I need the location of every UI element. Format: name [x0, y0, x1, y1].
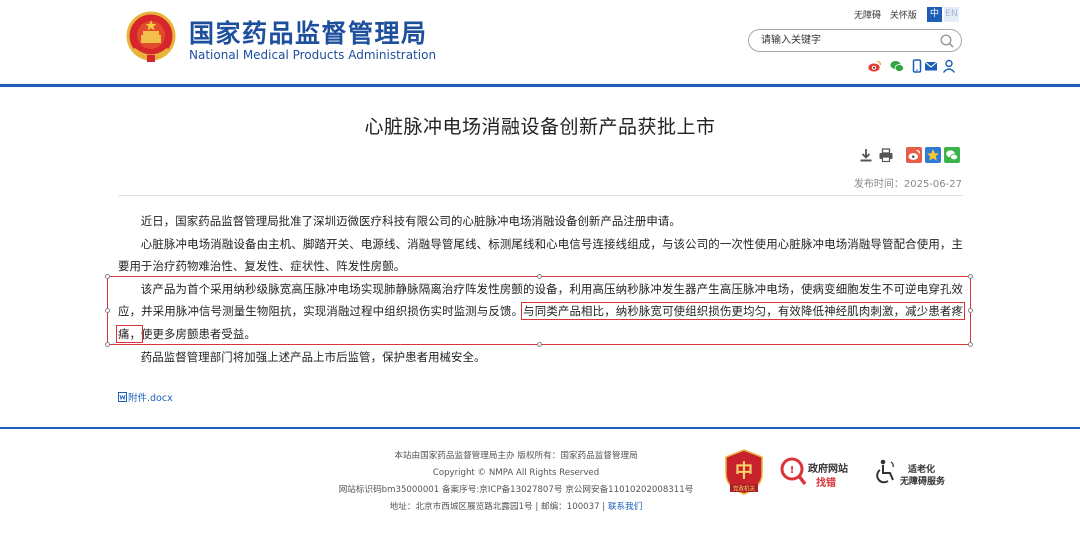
top-links: 无障碍 关怀版 — [854, 8, 917, 22]
footer-address: 地址：北京市西城区展览路北露园1号 | 邮编：100037 | — [389, 502, 608, 512]
share-weibo-icon[interactable] — [906, 147, 922, 163]
paragraph-4: 药品监督管理部门将加强上述产品上市后监管，保护患者用械安全。 — [140, 349, 486, 364]
gov-site-error-report-badge[interactable]: ! 政府网站 找错 — [779, 455, 861, 489]
mail-icon[interactable] — [924, 58, 938, 72]
title-divider — [118, 195, 963, 196]
paragraph-1: 近日，国家药品监督管理局批准了深圳迈微医疗科技有限公司的心脏脉冲电场消融设备创新… — [140, 214, 681, 228]
care-mode-link[interactable]: 关怀版 — [890, 11, 917, 21]
error-report-icon: ! — [780, 457, 807, 486]
header-divider — [0, 84, 1080, 87]
share-qzone-icon[interactable] — [925, 147, 941, 163]
accessibility-service-label: 无障碍服务 — [900, 477, 946, 487]
lang-en-button[interactable]: EN — [944, 7, 959, 22]
footer-info: 本站由国家药品监督管理局主办 版权所有：国家药品监督管理局 Copyright … — [330, 448, 702, 516]
resize-handle-tr[interactable] — [968, 274, 973, 279]
attachment-link[interactable]: 附件.docx — [118, 390, 173, 404]
paragraph-3-tail: 使更多房颤患者受益。 — [140, 326, 256, 341]
elderly-accessibility-badge[interactable]: 适老化 无障碍服务 — [874, 458, 954, 488]
search-box — [748, 29, 962, 52]
footer-sponsor: 本站由国家药品监督管理局主办 版权所有：国家药品监督管理局 — [394, 451, 638, 461]
gov-site-label: 政府网站 — [808, 464, 848, 475]
weibo-icon[interactable] — [868, 58, 882, 72]
footer-divider — [0, 427, 1080, 429]
party-gov-badge-label: 党政机关 — [733, 485, 756, 493]
footer-copyright: Copyright © NMPA All Rights Reserved — [432, 468, 600, 478]
find-error-label: 找错 — [816, 478, 836, 489]
site-name-cn[interactable]: 国家药品监督管理局 — [189, 14, 428, 50]
search-input[interactable] — [761, 33, 931, 48]
resize-handle-tl[interactable] — [105, 274, 110, 279]
print-icon[interactable] — [878, 147, 894, 163]
paragraph-2: 心脏脉冲电场消融设备由主机、脚踏开关、电源线、消融导管尾线、标测尾线和心电信号连… — [118, 236, 963, 274]
footer-registration: 网站标识码bm35000001 备案序号:京ICP备13027807号 京公网安… — [338, 485, 694, 495]
user-icon[interactable] — [942, 58, 956, 73]
accessibility-icon — [876, 459, 894, 484]
site-header: 国家药品监督管理局 National Medical Products Admi… — [0, 0, 1080, 87]
attachment-name[interactable]: 附件.docx — [128, 393, 173, 404]
resize-handle-r[interactable] — [968, 308, 973, 313]
resize-handle-l[interactable] — [105, 308, 110, 313]
resize-handle-br[interactable] — [968, 342, 973, 347]
download-icon[interactable] — [858, 147, 874, 163]
article-title: 心脏脉冲电场消融设备创新产品获批上市 — [364, 116, 716, 138]
svg-text:!: ! — [790, 465, 795, 476]
wechat-icon[interactable] — [890, 58, 905, 72]
publish-time: 发布时间：2025-06-27 — [853, 179, 962, 190]
national-emblem-icon[interactable] — [126, 11, 176, 63]
lang-zh-button[interactable]: 中 — [927, 7, 942, 22]
footer-address-line: 地址：北京市西城区展览路北露园1号 | 邮编：100037 | 联系我们 — [330, 499, 702, 516]
search-icon[interactable] — [939, 33, 955, 49]
word-doc-icon — [118, 392, 127, 402]
party-gov-badge[interactable]: 中 党政机关 — [724, 449, 764, 495]
resize-handle-bl[interactable] — [105, 342, 110, 347]
article-body: 近日，国家药品监督管理局批准了深圳迈微医疗科技有限公司的心脏脉冲电场消融设备创新… — [116, 210, 965, 368]
share-wechat-icon[interactable] — [944, 147, 960, 163]
accessibility-link[interactable]: 无障碍 — [854, 11, 881, 21]
svg-text:中: 中 — [735, 460, 753, 482]
mobile-icon[interactable] — [910, 58, 924, 73]
site-name-en[interactable]: National Medical Products Administration — [189, 48, 436, 62]
paragraph-3: 该产品为首个采用纳秒级脉宽高压脉冲电场实现肺静脉隔离治疗阵发性房颤的设备，利用高… — [116, 278, 965, 346]
contact-us-link[interactable]: 联系我们 — [608, 502, 642, 512]
